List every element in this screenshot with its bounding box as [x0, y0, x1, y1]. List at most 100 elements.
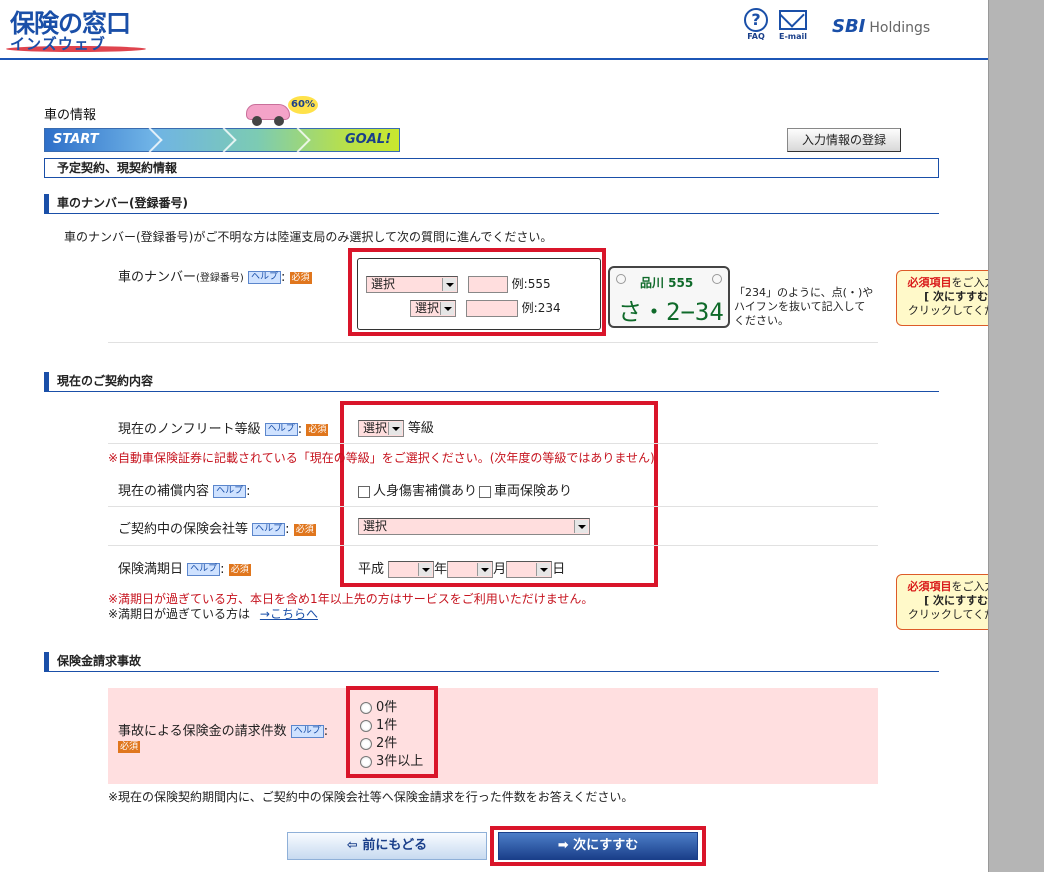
plate-input-panel — [357, 258, 601, 330]
plate-label-main: 車のナンバー — [118, 270, 197, 285]
row-divider — [108, 545, 878, 546]
page: 保険の窓口 インズウェブ ? FAQ E-mail SBI Holdings 車の… — [0, 0, 988, 872]
chevron-down-icon — [418, 563, 433, 576]
claims-option-2[interactable]: 2件 — [360, 735, 423, 753]
expiry-note-2: ※満期日が過ぎている方は →こちらへ — [108, 607, 318, 621]
chevron-right-icon — [137, 127, 163, 153]
coverage-field: 人身傷害補償あり 車両保険あり — [358, 480, 572, 499]
progress-percent: 60% — [288, 96, 318, 114]
claims-note: ※現在の保険契約期間内に、ご契約中の保険会社等へ保険金請求を行った件数をお答えく… — [108, 790, 634, 804]
group-title-claims: 保険金請求事故 — [44, 652, 939, 672]
radio-button — [360, 701, 372, 714]
expiry-field: 平成 年月日 — [358, 561, 566, 578]
row-divider — [108, 342, 878, 343]
progress-bar: START GOAL! — [44, 127, 400, 153]
company-row-label: ご契約中の保険会社等 ヘルプ: 必須 — [118, 522, 316, 537]
faq-label: FAQ — [747, 32, 765, 41]
sbi-holdings-text: Holdings — [869, 20, 931, 36]
plate-row-label: 車のナンバー(登録番号) ヘルプ: 必須 — [118, 270, 312, 285]
help-badge[interactable]: ヘルプ — [247, 271, 281, 284]
company-field: 選択 — [358, 518, 590, 535]
plate-example2: 例:234 — [521, 301, 561, 315]
chevron-down-icon — [440, 302, 454, 315]
nonfleet-field: 選択 等級 — [358, 417, 434, 437]
scrollbar-area[interactable] — [988, 0, 1044, 872]
personal-injury-checkbox[interactable] — [358, 485, 370, 498]
claims-radio-group: 0件 1件 2件 3件以上 — [360, 699, 423, 771]
plate-illustration-top: 品川 555 — [640, 276, 694, 290]
arrow-left-icon: ⇦ — [346, 838, 363, 853]
chevron-right-icon — [211, 127, 237, 153]
help-badge[interactable]: ヘルプ — [187, 563, 221, 576]
nonfleet-note: ※自動車保険証券に記載されている「現在の等級」をご選択ください。(次年度の等級で… — [108, 451, 655, 465]
plate-number-input[interactable] — [465, 300, 518, 317]
row-divider — [108, 443, 878, 444]
claims-row-label: 事故による保険金の請求件数 ヘルプ: 必須 — [118, 724, 329, 753]
help-badge[interactable]: ヘルプ — [264, 423, 298, 436]
expiry-year-select[interactable] — [388, 561, 435, 578]
progress-goal: GOAL! — [345, 132, 391, 147]
plate-label-small: (登録番号) — [196, 273, 244, 284]
back-button[interactable]: ⇦ 前にもどる — [287, 832, 487, 860]
land-office-select[interactable]: 選択 — [366, 276, 458, 293]
plate-example1: 例:555 — [511, 277, 551, 291]
claims-option-1[interactable]: 1件 — [360, 717, 423, 735]
group-title-plate: 車のナンバー(登録番号) — [44, 194, 939, 214]
section-title: 車の情報 — [44, 108, 97, 123]
insurance-company-select[interactable]: 選択 — [358, 518, 590, 535]
site-header: 保険の窓口 インズウェブ ? FAQ E-mail SBI Holdings — [0, 0, 988, 60]
sbi-holdings-logo[interactable]: SBI Holdings — [832, 16, 930, 37]
radio-button — [360, 719, 372, 732]
help-badge[interactable]: ヘルプ — [290, 725, 324, 738]
help-badge[interactable]: ヘルプ — [252, 523, 286, 536]
insweb-logo[interactable]: 保険の窓口 インズウェブ — [6, 4, 166, 54]
hiragana-select[interactable]: 選択 — [410, 300, 456, 317]
coverage-row-label: 現在の補償内容 ヘルプ: — [118, 484, 251, 499]
faq-link[interactable]: ? FAQ — [742, 8, 770, 41]
chevron-right-icon — [285, 127, 311, 153]
chevron-down-icon — [388, 422, 402, 435]
claims-option-3[interactable]: 3件以上 — [360, 753, 423, 771]
logo-text-sub: インズウェブ — [10, 35, 106, 53]
expiry-day-select[interactable] — [506, 561, 553, 578]
group-title-contract: 現在のご契約内容 — [44, 372, 939, 392]
plate-class-input[interactable] — [467, 276, 508, 293]
claims-option-0[interactable]: 0件 — [360, 699, 423, 717]
plate-line2: 選択 例:234 — [410, 299, 561, 317]
next-button[interactable]: ➡ 次にすすむ — [498, 832, 698, 860]
required-badge: 必須 — [293, 523, 316, 536]
chevron-down-icon — [477, 563, 492, 576]
expiry-link[interactable]: →こちらへ — [260, 607, 318, 621]
expiry-month-select[interactable] — [447, 561, 494, 578]
required-badge: 必須 — [306, 423, 329, 436]
plate-illustration: 品川 555 さ・2−34 — [608, 266, 730, 328]
plate-line1: 選択 例:555 — [366, 275, 551, 293]
email-link[interactable]: E-mail — [776, 8, 810, 41]
required-badge: 必須 — [118, 740, 141, 753]
envelope-icon — [779, 10, 807, 30]
car-icon — [246, 96, 292, 126]
help-badge[interactable]: ヘルプ — [213, 485, 247, 498]
sbi-brand: SBI — [832, 16, 866, 37]
nonfleet-grade-select[interactable]: 選択 — [358, 420, 404, 437]
arrow-right-icon: ➡ — [557, 838, 574, 853]
required-badge: 必須 — [289, 271, 312, 284]
required-tip: 必須項目をご入力の上、 [ 次にすすむ ] を クリックしてください。 — [896, 574, 988, 630]
nonfleet-row-label: 現在のノンフリート等級 ヘルプ: 必須 — [118, 422, 329, 437]
register-input-button[interactable]: 入力情報の登録 — [787, 128, 901, 152]
required-badge: 必須 — [228, 563, 251, 576]
chevron-down-icon — [442, 278, 456, 291]
progress-start: START — [53, 132, 99, 147]
row-divider — [108, 506, 878, 507]
chevron-down-icon — [574, 520, 588, 533]
vehicle-insurance-checkbox[interactable] — [479, 485, 492, 498]
plate-format-note: 「234」のように、点(・)やハイフンを抜いて記入してください。 — [734, 286, 874, 327]
radio-button — [360, 755, 372, 768]
expiry-row-label: 保険満期日 ヘルプ: 必須 — [118, 562, 251, 577]
plate-instruction: 車のナンバー(登録番号)がご不明な方は陸運支局のみ選択して次の質問に進んでくださ… — [64, 230, 553, 244]
radio-button — [360, 737, 372, 750]
question-icon: ? — [744, 8, 768, 32]
subheader: 予定契約、現契約情報 — [44, 158, 939, 178]
plate-illustration-bottom: さ・2−34 — [618, 298, 724, 326]
required-tip: 必須項目をご入力の上、 [ 次にすすむ ] を クリックしてください。 — [896, 270, 988, 326]
